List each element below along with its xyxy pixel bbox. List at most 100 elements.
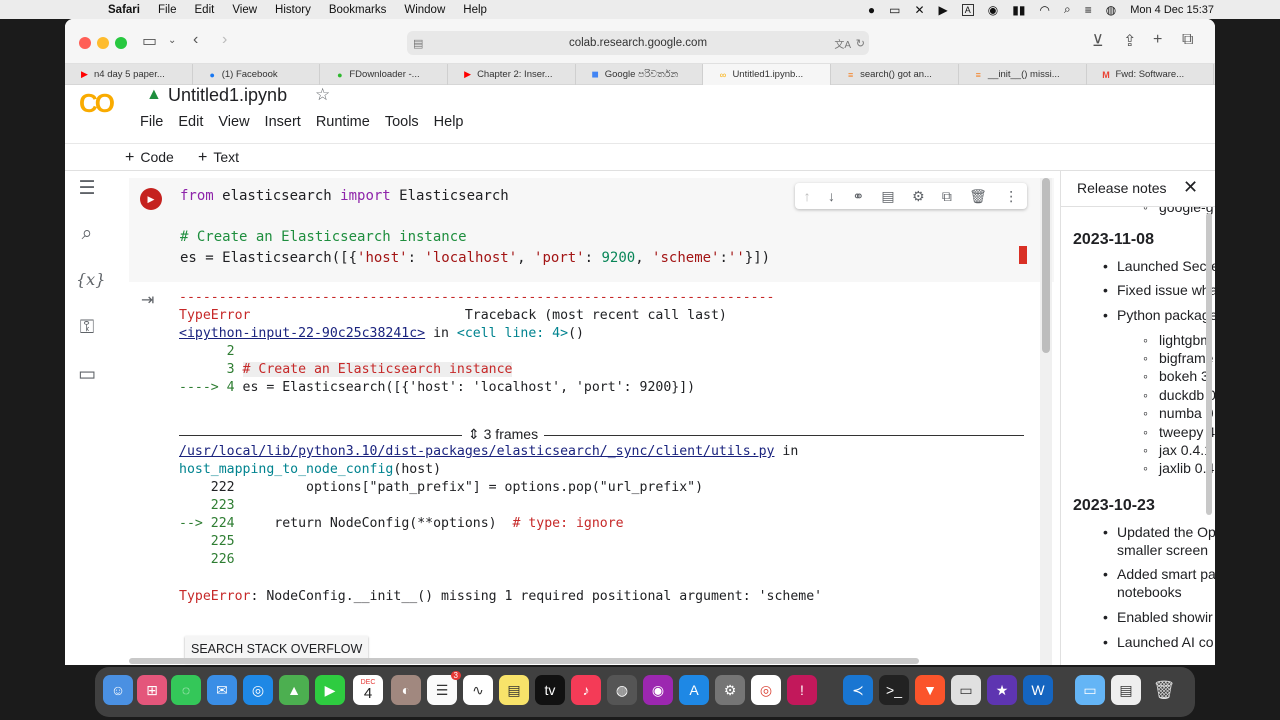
tab-youtube-chapter2[interactable]: ▶ Chapter 2: Inser... (448, 64, 576, 85)
tab-youtube-n4[interactable]: ▶ n4 day 5 paper... (65, 64, 193, 85)
feedback-assistant-icon[interactable]: ! (787, 675, 817, 705)
safari-icon[interactable]: ◎ (243, 675, 273, 705)
ipython-input-link[interactable]: <ipython-input-22-90c25c38241c> (179, 326, 425, 341)
launchpad-icon[interactable]: ⊞ (137, 675, 167, 705)
menu-view[interactable]: View (232, 4, 257, 16)
move-down-icon[interactable]: ↓ (828, 188, 835, 204)
menubar-clock[interactable]: Mon 4 Dec 15:37 (1130, 4, 1214, 16)
run-cell-button[interactable]: ▶ (140, 188, 162, 210)
app-store-icon[interactable]: A (679, 675, 709, 705)
settings-gear-icon[interactable]: ⚙ (912, 188, 925, 205)
facetime-icon[interactable]: ▶ (315, 675, 345, 705)
menu-help[interactable]: Help (463, 4, 487, 16)
sidebar-toggle-icon[interactable]: ▭ (142, 31, 157, 51)
colab-menu-insert[interactable]: Insert (265, 114, 301, 130)
menu-file[interactable]: File (158, 4, 177, 16)
tab-facebook[interactable]: ● (1) Facebook (193, 64, 321, 85)
podcasts-icon[interactable]: ◉ (643, 675, 673, 705)
calendar-icon[interactable]: DEC 4 (353, 675, 383, 705)
menu-bookmarks[interactable]: Bookmarks (329, 4, 387, 16)
more-vert-icon[interactable]: ⋮ (1004, 188, 1018, 205)
app-menu-safari[interactable]: Safari (108, 4, 140, 16)
play-icon[interactable]: ▶ (939, 3, 948, 17)
reload-icon[interactable]: ↻ (856, 37, 865, 50)
imovie-icon[interactable]: ★ (987, 675, 1017, 705)
mute-icon[interactable]: ✕ (914, 3, 924, 17)
close-window-button[interactable] (79, 37, 91, 49)
tab-colab-untitled1[interactable]: ∞ Untitled1.ipynb... (703, 64, 832, 85)
address-bar[interactable]: ▤ colab.research.google.com 文A ↻ (407, 31, 869, 55)
freeform-icon[interactable]: ∿ (463, 675, 493, 705)
notes-icon[interactable]: ▤ (499, 675, 529, 705)
colab-menu-help[interactable]: Help (434, 114, 464, 130)
tab-stackoverflow-init[interactable]: ≡ __init__() missi... (959, 64, 1087, 85)
record-icon[interactable]: ● (868, 3, 875, 17)
spotlight-search-icon[interactable]: ⌕ (1064, 2, 1071, 17)
output-horizontal-scrollbar[interactable] (129, 658, 919, 664)
output-actions-icon[interactable]: ⇥ (141, 290, 154, 310)
system-settings-icon[interactable]: ⚙ (715, 675, 745, 705)
add-text-button[interactable]: + Text (198, 149, 239, 167)
link-icon[interactable]: ⚭ (852, 188, 864, 205)
code-cell[interactable]: ▶ from elasticsearch import Elasticsearc… (129, 178, 1054, 282)
mail-icon[interactable]: ✉ (207, 675, 237, 705)
table-of-contents-icon[interactable]: ☰ (76, 177, 98, 200)
display-icon[interactable]: ▭ (889, 3, 900, 17)
preview-icon[interactable]: ▭ (951, 675, 981, 705)
notebook-scrollbar[interactable] (1040, 178, 1052, 665)
chrome-icon[interactable]: ◎ (751, 675, 781, 705)
downloads-folder-icon[interactable]: ▭ (1075, 675, 1105, 705)
menu-edit[interactable]: Edit (195, 4, 215, 16)
variables-icon[interactable]: {x} (76, 270, 105, 289)
back-arrow-icon[interactable]: ‹ (193, 31, 198, 49)
notebook-title[interactable]: Untitled1.ipynb (168, 85, 287, 106)
search-icon[interactable]: ⌕ (76, 223, 98, 245)
finder-icon[interactable]: ☺ (103, 675, 133, 705)
maps-icon[interactable]: ▲ (279, 675, 309, 705)
quicktime-icon[interactable]: ◍ (607, 675, 637, 705)
tab-fdownloader[interactable]: ● FDownloader -... (320, 64, 449, 85)
move-up-icon[interactable]: ↑ (804, 188, 811, 204)
scrollbar-thumb[interactable] (1042, 178, 1050, 353)
music-icon[interactable]: ♪ (571, 675, 601, 705)
star-icon[interactable]: ☆ (315, 85, 330, 105)
input-source-icon[interactable]: A (961, 3, 974, 16)
tab-gmail-fwd[interactable]: M Fwd: Software... (1087, 64, 1215, 85)
tab-stackoverflow-search[interactable]: ≡ search() got an... (831, 64, 959, 85)
mirror-cell-icon[interactable]: ⧉ (942, 188, 952, 205)
comment-icon[interactable]: ▤ (881, 188, 894, 205)
colab-logo[interactable]: CO (79, 88, 115, 119)
add-code-button[interactable]: + Code (125, 149, 174, 167)
wifi-icon[interactable]: ◠ (1040, 3, 1050, 17)
apple-tv-icon[interactable]: tv (535, 675, 565, 705)
siri-icon[interactable]: ◍ (1106, 3, 1116, 17)
key-icon[interactable]: ⚿ (76, 317, 98, 339)
control-center-icon[interactable]: ≡ (1085, 3, 1092, 17)
release-notes-scrollbar[interactable] (1206, 213, 1212, 515)
vscode-icon[interactable]: ≺ (843, 675, 873, 705)
download-icon[interactable]: ⊻ (1092, 31, 1104, 51)
contacts-icon[interactable]: ◐ (391, 675, 421, 705)
tab-google-translate[interactable]: ◼ Google පරිවර්තන (576, 64, 704, 85)
colab-menu-tools[interactable]: Tools (385, 114, 419, 130)
battery-icon[interactable]: ▮▮ (1012, 3, 1025, 17)
messages-icon[interactable]: ◌ (171, 675, 201, 705)
trash-icon[interactable]: 🗑 (1149, 675, 1179, 705)
forward-arrow-icon[interactable]: › (222, 31, 227, 49)
user-icon[interactable]: ◉ (988, 3, 998, 17)
translate-icon[interactable]: 文A (834, 36, 851, 51)
delete-icon[interactable]: 🗑 (969, 188, 987, 205)
folder-icon[interactable]: ▭ (76, 363, 98, 386)
minimize-window-button[interactable] (97, 37, 109, 49)
colab-menu-edit[interactable]: Edit (178, 114, 203, 130)
colab-menu-runtime[interactable]: Runtime (316, 114, 370, 130)
screenshot-stack-icon[interactable]: ▤ (1111, 675, 1141, 705)
new-tab-icon[interactable]: + (1153, 31, 1162, 49)
terminal-icon[interactable]: >_ (879, 675, 909, 705)
reminders-icon[interactable]: ☰ 3 (427, 671, 461, 705)
chevron-down-icon[interactable]: ⌄ (168, 35, 176, 46)
expand-frames-button[interactable]: ⇕ 3 frames (462, 426, 545, 443)
brave-icon[interactable]: ▼ (915, 675, 945, 705)
menu-history[interactable]: History (275, 4, 311, 16)
tab-overview-icon[interactable]: ⧉ (1182, 31, 1193, 49)
